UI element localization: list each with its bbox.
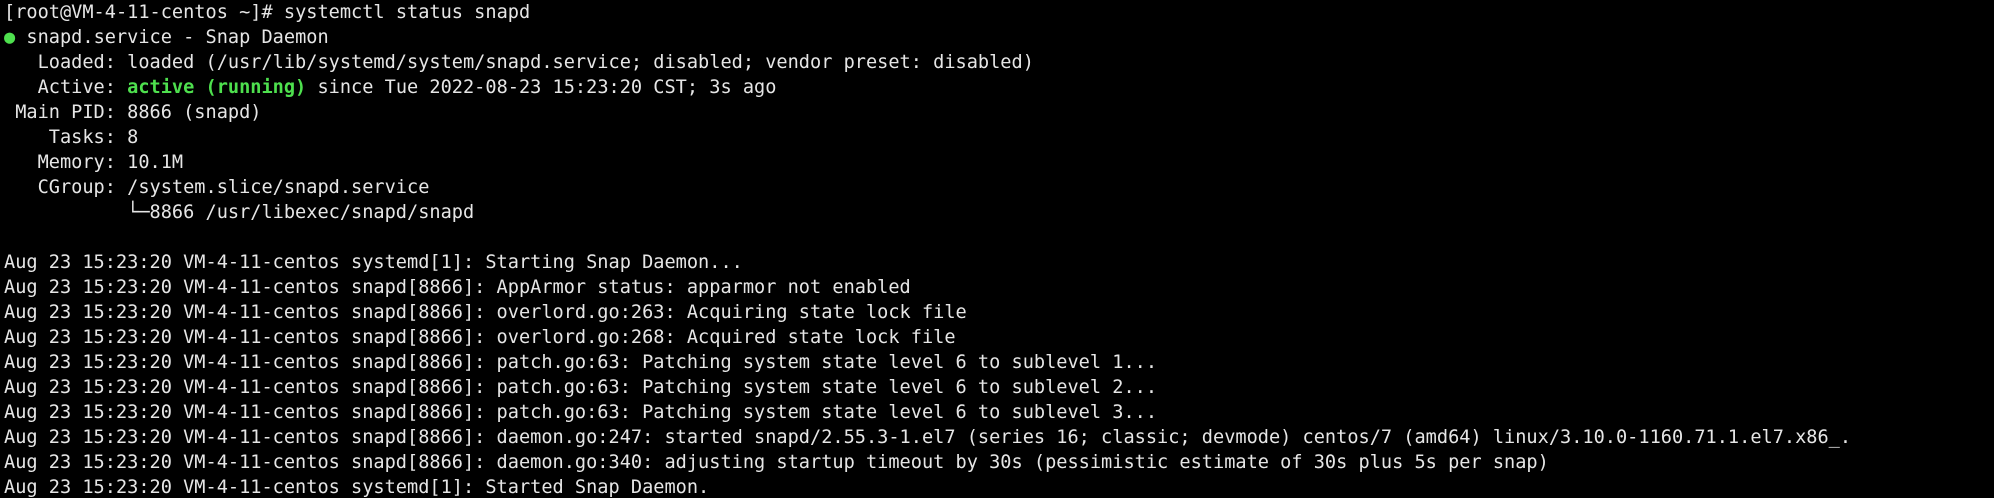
log-line: Aug 23 15:23:20 VM-4-11-centos snapd[886… — [4, 402, 1158, 423]
tasks-value: 8 — [127, 127, 139, 148]
shell-prompt: [root@VM-4-11-centos ~]# — [4, 2, 284, 23]
unit-title-line: ● snapd.service - Snap Daemon — [4, 25, 1994, 50]
active-label: Active: — [4, 77, 128, 98]
tasks-label: Tasks: — [4, 127, 128, 148]
log-line: Aug 23 15:23:20 VM-4-11-centos snapd[886… — [4, 452, 1549, 473]
log-line: Aug 23 15:23:20 VM-4-11-centos snapd[886… — [4, 277, 911, 298]
cgroup-line: CGroup: /system.slice/snapd.service — [4, 175, 1994, 200]
cgroup-child-line: └─8866 /usr/libexec/snapd/snapd — [4, 202, 475, 223]
cgroup-value: /system.slice/snapd.service — [127, 177, 430, 198]
loaded-value: loaded (/usr/lib/systemd/system/snapd.se… — [127, 52, 1034, 73]
log-line: Aug 23 15:23:20 VM-4-11-centos snapd[886… — [4, 427, 1852, 448]
status-dot-icon: ● — [4, 27, 16, 48]
loaded-line: Loaded: loaded (/usr/lib/systemd/system/… — [4, 50, 1994, 75]
memory-line: Memory: 10.1M — [4, 150, 1994, 175]
command-text: systemctl status snapd — [283, 2, 531, 23]
log-line: Aug 23 15:23:20 VM-4-11-centos snapd[886… — [4, 327, 956, 348]
log-line: Aug 23 15:23:20 VM-4-11-centos snapd[886… — [4, 302, 967, 323]
loaded-label: Loaded: — [4, 52, 128, 73]
active-since: since Tue 2022-08-23 15:23:20 CST; 3s ag… — [306, 77, 777, 98]
log-line: Aug 23 15:23:20 VM-4-11-centos systemd[1… — [4, 252, 743, 273]
log-line: Aug 23 15:23:20 VM-4-11-centos systemd[1… — [4, 477, 710, 498]
unit-title: snapd.service - Snap Daemon — [15, 27, 329, 48]
memory-value: 10.1M — [127, 152, 184, 173]
mainpid-value: 8866 (snapd) — [127, 102, 262, 123]
log-line: Aug 23 15:23:20 VM-4-11-centos snapd[886… — [4, 352, 1158, 373]
cgroup-label: CGroup: — [4, 177, 128, 198]
tasks-line: Tasks: 8 — [4, 125, 1994, 150]
active-state: active (running) — [127, 77, 307, 98]
memory-label: Memory: — [4, 152, 128, 173]
active-line: Active: active (running) since Tue 2022-… — [4, 75, 1994, 100]
mainpid-label: Main PID: — [4, 102, 128, 123]
log-line: Aug 23 15:23:20 VM-4-11-centos snapd[886… — [4, 377, 1158, 398]
command-line: [root@VM-4-11-centos ~]# systemctl statu… — [4, 0, 1994, 25]
terminal-window[interactable]: [root@VM-4-11-centos ~]# systemctl statu… — [0, 0, 1994, 498]
mainpid-line: Main PID: 8866 (snapd) — [4, 100, 1994, 125]
